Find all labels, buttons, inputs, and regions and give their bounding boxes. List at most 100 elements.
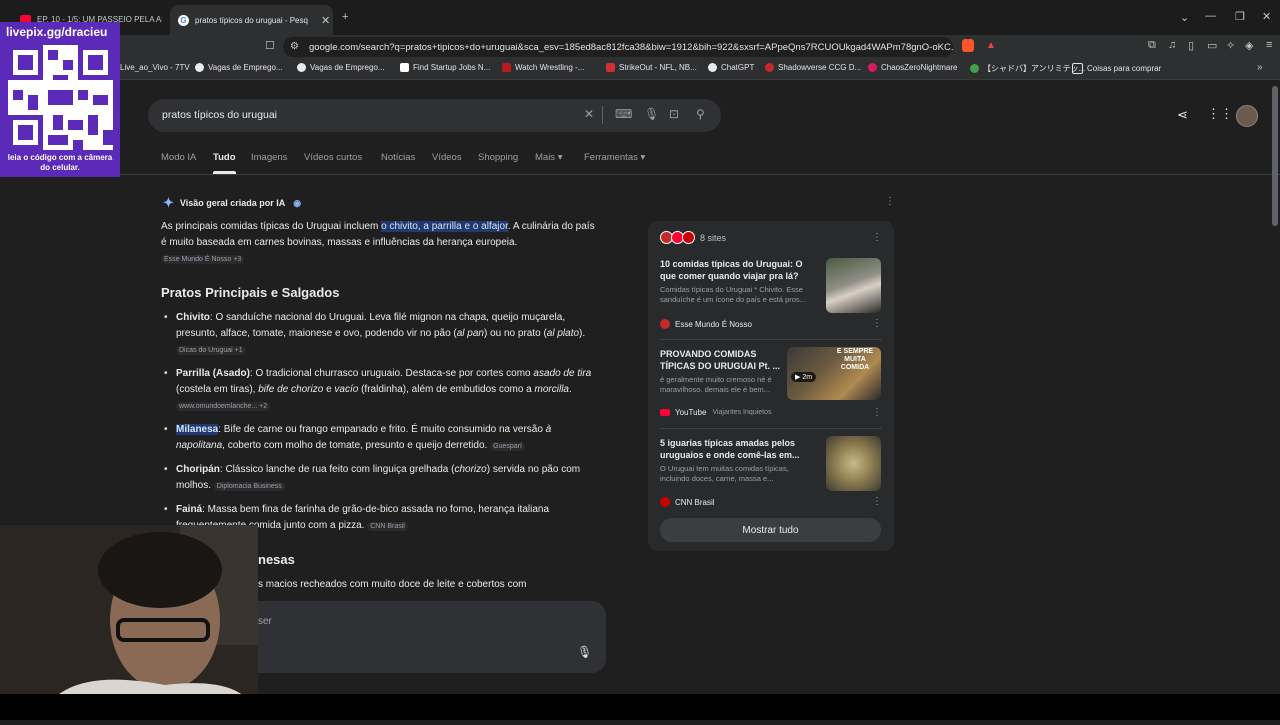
sidebar-icon[interactable]: ▯ [1188, 39, 1194, 52]
extensions-icon[interactable]: ⧉ [1148, 39, 1156, 52]
bookmark-chatgpt[interactable]: ChatGPT [708, 63, 754, 72]
source-chip[interactable]: Diplomacia Business [213, 482, 285, 491]
vpn-icon[interactable]: ◈ [1245, 39, 1253, 52]
new-tab-button[interactable]: + [342, 11, 348, 23]
bookmark-icon[interactable]: ☐ [265, 39, 275, 52]
bookmark-startup-jobs[interactable]: Find Startup Jobs N... [400, 63, 490, 72]
tab-imagens[interactable]: Imagens [251, 152, 287, 163]
clear-icon[interactable]: ✕ [584, 107, 594, 121]
leaf-icon [970, 64, 979, 73]
bookmark-vagas-1[interactable]: Vagas de Emprego... [195, 63, 283, 72]
search-icon[interactable]: ⚲ [696, 107, 705, 121]
tab-shopping[interactable]: Shopping [478, 152, 518, 163]
tab-google-search[interactable]: Gpratos típicos do uruguai - Pesq ✕ [170, 5, 333, 35]
section-title: Pratos Principais e Salgados [161, 285, 340, 300]
partial-text: s macios recheados com muito doce de lei… [258, 579, 527, 590]
listen-icon[interactable]: ◉ [293, 198, 301, 209]
brave-shield-icon[interactable] [962, 39, 974, 52]
google-icon: G [178, 14, 189, 26]
folder-icon [1072, 63, 1083, 74]
cnn-icon [660, 497, 670, 507]
ai-intro: As principais comidas típicas do Uruguai… [161, 221, 595, 264]
source-chip[interactable]: www.omundoemlanche... +2 [176, 402, 271, 411]
source-chip[interactable]: Esse Mundo É Nosso +3 [161, 255, 245, 264]
divider [0, 174, 1280, 175]
leo-ai-icon[interactable]: ✧ [1226, 39, 1235, 52]
restore-button[interactable]: ❐ [1235, 10, 1245, 23]
bookmark-chaoszero[interactable]: ChaosZeroNightmare [868, 63, 957, 72]
tab-videos-curtos[interactable]: Vídeos curtos [304, 152, 362, 163]
strikeout-icon [606, 63, 615, 72]
wallet-icon[interactable]: ▭ [1207, 39, 1217, 52]
source-card[interactable]: 10 comidas típicas do Uruguai: O que com… [660, 258, 820, 305]
sources-count: 8 sites [700, 233, 727, 243]
more-options-icon[interactable]: ⋮ [872, 496, 882, 507]
wrestling-icon [502, 63, 511, 72]
more-bookmarks-icon[interactable]: » [1257, 62, 1263, 73]
duration-badge: ▶ 2m [791, 372, 817, 382]
search-input[interactable]: pratos típicos do uruguai [162, 109, 277, 121]
source-site[interactable]: CNN Brasil [660, 497, 715, 507]
tab-noticias[interactable]: Notícias [381, 152, 415, 163]
apps-icon[interactable]: ⋮⋮ [1207, 106, 1233, 122]
source-chip[interactable]: Guesparí [490, 442, 525, 451]
follow-up-input[interactable] [208, 601, 606, 673]
list-item-choripan: Choripán: Clássico lanche de rua feito c… [164, 462, 601, 495]
bookmark-shadowverse[interactable]: Shadowverse CCG D... [765, 63, 861, 72]
shadowverse-icon [765, 63, 774, 72]
section-title-partial: nesas [258, 552, 295, 567]
bookmark-folder-coisas[interactable]: Coisas para comprar [1072, 63, 1161, 74]
keyboard-icon[interactable]: ⌨ [615, 107, 632, 121]
tab-videos[interactable]: Vídeos [432, 152, 462, 163]
ai-overview-header: ✦ Visão geral criada por IA ◉ [163, 195, 302, 210]
tab-search-icon[interactable]: ⌄ [1180, 11, 1189, 24]
more-options-icon[interactable]: ⋮ [885, 196, 895, 207]
source-card[interactable]: 5 iguarias típicas amadas pelos uruguaio… [660, 437, 820, 484]
microphone-icon[interactable]: 🎙 [644, 107, 659, 121]
source-site[interactable]: YouTube Viajantes Inquietos [660, 408, 771, 417]
media-icon[interactable]: ♫ [1168, 39, 1176, 51]
tab-ferramentas[interactable]: Ferramentas ▾ [584, 152, 645, 163]
scrollbar[interactable] [1272, 86, 1278, 226]
minimize-button[interactable]: — [1205, 10, 1216, 22]
source-card[interactable]: PROVANDO COMIDAS TÍPICAS DO URUGUAI Pt. … [660, 348, 785, 395]
qr-code-graphic [8, 45, 113, 150]
thumbnail[interactable] [826, 258, 881, 313]
bookmark-wrestling[interactable]: Watch Wrestling -... [502, 63, 584, 72]
startup-icon [400, 63, 409, 72]
thumbnail[interactable] [826, 436, 881, 491]
bookmark-live-ao-vivo[interactable]: Live_ao_Vivo - 7TV [120, 63, 190, 72]
more-options-icon[interactable]: ⋮ [872, 232, 882, 243]
close-tab-icon[interactable]: ✕ [321, 14, 330, 27]
tab-tudo[interactable]: Tudo [213, 152, 236, 163]
close-window-button[interactable]: ✕ [1262, 10, 1271, 23]
bookmark-vagas-2[interactable]: Vagas de Emprego... [297, 63, 385, 72]
avatar[interactable] [1236, 105, 1258, 127]
microphone-icon[interactable]: 🎙 [577, 645, 592, 659]
share-icon[interactable]: ⋖ [1177, 107, 1188, 123]
taskbar [0, 694, 1280, 720]
tab-modo-ia[interactable]: Modo IA [161, 152, 196, 163]
show-all-button[interactable]: Mostrar tudo [660, 518, 881, 542]
source-chip[interactable]: CNN Brasil [367, 522, 408, 531]
address-bar[interactable]: google.com/search?q=pratos+tipicos+do+ur… [283, 37, 953, 57]
menu-icon[interactable]: ≡ [1266, 39, 1272, 51]
more-options-icon[interactable]: ⋮ [872, 407, 882, 418]
divider [602, 106, 603, 124]
chatgpt-icon [708, 63, 717, 72]
source-site[interactable]: Esse Mundo É Nosso [660, 319, 752, 329]
list-item-parrilla: Parrilla (Asado): O tradicional churrasc… [164, 366, 601, 415]
source-favicons [660, 231, 695, 244]
esse-mundo-icon [660, 319, 670, 329]
tab-mais[interactable]: Mais ▾ [535, 152, 562, 163]
bookmark-shadowverse-jp[interactable]: 【シャドバ】アンリミテッ... [970, 63, 1085, 74]
webcam-image [0, 525, 258, 720]
video-thumbnail[interactable]: E SEMPRE MUITA COMIDA ▶ 2m [787, 347, 881, 400]
source-chip[interactable]: Dicas do Uruguai +1 [176, 346, 246, 355]
site-info-icon[interactable]: ⚙ [290, 41, 299, 52]
brave-rewards-icon[interactable]: ▲ [986, 40, 996, 51]
qr-code [8, 45, 113, 150]
bookmark-strikeout[interactable]: StrikeOut - NFL, NB... [606, 63, 697, 72]
lens-icon[interactable]: ⊡ [669, 107, 679, 121]
more-options-icon[interactable]: ⋮ [872, 318, 882, 329]
